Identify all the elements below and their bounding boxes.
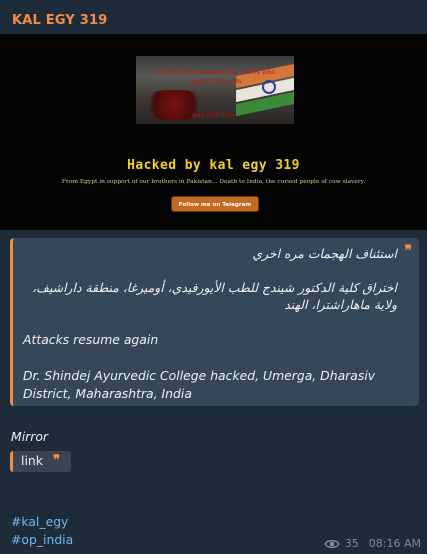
preview-title: Hacked by kal egy 319 — [127, 158, 300, 173]
link-quote[interactable]: link ❞ — [10, 451, 71, 472]
preview-banner-image: Death to the damned cow slaves who suppo… — [136, 56, 294, 124]
banner-text-line2: support Zionists — [188, 77, 242, 85]
link-text[interactable]: link — [21, 453, 43, 468]
quote-line-english-2: Dr. Shindej Ayurvedic College hacked, Um… — [23, 368, 376, 401]
quote-icon: ❞ — [404, 243, 412, 259]
banner-tag: KAL EGY 319 — [192, 113, 233, 119]
quote-line-english-1: Attacks resume again — [23, 332, 159, 347]
preview-telegram-button[interactable]: Follow me on Telegram — [171, 196, 259, 212]
hashtag-kal-egy[interactable]: #kal_egy — [11, 514, 68, 529]
banner-text-line1: Death to the damned cow slaves who — [154, 68, 276, 76]
mirror-label: Mirror — [11, 429, 48, 444]
message-meta: 35 08:16 AM — [323, 537, 421, 550]
quote-line-arabic-2: اختراق كلية الدكتور شيندج للطب الأيورفيد… — [32, 280, 397, 312]
view-count: 35 — [344, 537, 359, 550]
quote-line-arabic-1: استئناف الهجمات مره اخري — [252, 246, 397, 261]
channel-name[interactable]: KAL EGY 319 — [12, 13, 108, 28]
quote-block: ❞ استئناف الهجمات مره اخري اختراق كلية ا… — [10, 238, 419, 406]
quote-icon: ❞ — [53, 453, 60, 468]
preview-subtitle: From Egypt in support of our brothers in… — [61, 179, 366, 185]
message-bubble: KAL EGY 319 Death to the damned cow slav… — [0, 0, 427, 554]
hashtag-op-india[interactable]: #op_india — [11, 532, 73, 547]
link-preview-image[interactable]: Death to the damned cow slaves who suppo… — [0, 34, 427, 230]
eye-icon — [323, 539, 340, 548]
message-time: 08:16 AM — [368, 537, 421, 550]
